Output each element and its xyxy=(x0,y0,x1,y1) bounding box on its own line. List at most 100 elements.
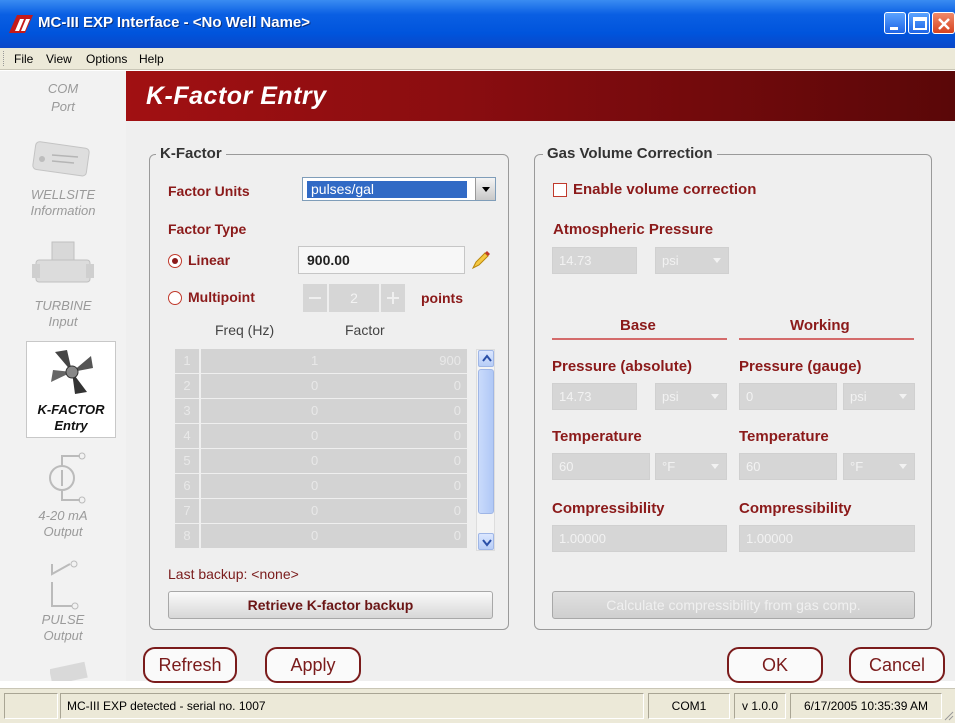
scroll-down-button[interactable] xyxy=(478,533,494,550)
cancel-button[interactable]: Cancel xyxy=(849,647,945,683)
sidebar-item-label: WELLSITE xyxy=(30,187,96,202)
linear-radio[interactable] xyxy=(168,254,182,268)
tag-icon xyxy=(32,141,90,177)
status-port: COM1 xyxy=(648,693,730,719)
pulse-output-icon xyxy=(51,560,79,610)
base-temperature-unit-select[interactable]: °F xyxy=(655,453,727,480)
base-compressibility-input[interactable]: 1.00000 xyxy=(552,525,727,552)
sidebar-item-wellsite[interactable]: WELLSITE Information xyxy=(0,131,126,231)
unit-value: psi xyxy=(662,253,679,268)
atmospheric-pressure-unit-select[interactable]: psi xyxy=(655,247,729,274)
multipoint-table: 1 1 900 2 0 0 3 0 0 4 0 0 5 0 0 6 0 0 7 … xyxy=(175,349,495,551)
minimize-button[interactable] xyxy=(884,12,906,34)
sidebar-item-com-port[interactable]: COM Port xyxy=(0,71,126,131)
sidebar-item-sublabel: Port xyxy=(51,99,75,114)
chevron-down-icon xyxy=(711,394,719,399)
enable-volume-correction-checkbox[interactable] xyxy=(553,183,567,197)
working-pressure-unit-select[interactable]: psi xyxy=(843,383,915,410)
base-pressure-unit-select[interactable]: psi xyxy=(655,383,727,410)
base-temperature-input[interactable]: 60 xyxy=(552,453,650,480)
sidebar-item-label: TURBINE xyxy=(34,298,92,313)
menu-view[interactable]: View xyxy=(46,52,72,66)
working-compressibility-label: Compressibility xyxy=(739,500,852,517)
maximize-button[interactable] xyxy=(908,12,930,34)
factor-units-label: Factor Units xyxy=(168,183,250,199)
refresh-button[interactable]: Refresh xyxy=(143,647,237,683)
factor-units-select[interactable]: pulses/gal xyxy=(302,177,496,201)
last-backup-label: Last backup: <none> xyxy=(168,566,299,582)
table-row[interactable]: 8 0 0 xyxy=(175,524,467,549)
status-datetime: 6/17/2005 10:35:39 AM xyxy=(790,693,942,719)
dropdown-arrow[interactable] xyxy=(475,178,495,200)
working-temperature-input[interactable]: 60 xyxy=(739,453,837,480)
ok-button[interactable]: OK xyxy=(727,647,823,683)
row-number: 3 xyxy=(175,399,199,423)
sidebar-item-sublabel: Entry xyxy=(54,418,88,433)
status-panel-blank xyxy=(4,693,58,719)
menu-file[interactable]: File xyxy=(14,52,33,66)
multipoint-radio[interactable] xyxy=(168,291,182,305)
kfactor-legend: K-Factor xyxy=(156,145,226,162)
resize-grip-icon[interactable] xyxy=(944,711,954,721)
row-number: 4 xyxy=(175,424,199,448)
table-scrollbar[interactable] xyxy=(476,349,495,551)
chevron-down-icon xyxy=(482,539,492,547)
page-header: K-Factor Entry xyxy=(126,71,955,121)
multipoint-label: Multipoint xyxy=(188,289,255,305)
increment-button[interactable] xyxy=(381,284,405,312)
factor-cell: 0 xyxy=(453,453,461,468)
title-bar: MC-III EXP Interface - <No Well Name> xyxy=(0,0,955,48)
sidebar-item-label: COM xyxy=(47,81,79,96)
points-stepper-value[interactable]: 2 xyxy=(329,284,379,312)
linear-factor-input[interactable]: 900.00 xyxy=(298,246,465,274)
sidebar-item-label: PULSE xyxy=(41,612,85,627)
calculate-compressibility-button[interactable]: Calculate compressibility from gas comp. xyxy=(552,591,915,619)
sidebar-item-turbine[interactable]: TURBINE Input xyxy=(0,236,126,346)
scroll-up-button[interactable] xyxy=(478,350,494,367)
menu-options[interactable]: Options xyxy=(86,52,127,66)
close-button[interactable] xyxy=(932,12,955,34)
pen-edit-icon[interactable] xyxy=(471,250,491,270)
factor-cell: 0 xyxy=(453,428,461,443)
table-row[interactable]: 4 0 0 xyxy=(175,424,467,449)
table-row[interactable]: 3 0 0 xyxy=(175,399,467,424)
sidebar-item-pulse[interactable]: PULSE Output xyxy=(0,556,126,656)
table-row[interactable]: 2 0 0 xyxy=(175,374,467,399)
points-label: points xyxy=(421,290,463,306)
base-pressure-input[interactable]: 14.73 xyxy=(552,383,637,410)
base-pressure-label: Pressure (absolute) xyxy=(552,358,693,375)
table-row[interactable]: 1 1 900 xyxy=(175,349,467,374)
page-title: K-Factor Entry xyxy=(146,82,327,110)
chevron-down-icon xyxy=(711,464,719,469)
working-pressure-label: Pressure (gauge) xyxy=(739,358,862,375)
scroll-thumb[interactable] xyxy=(478,369,494,514)
factor-column-header: Factor xyxy=(345,322,385,338)
table-row[interactable]: 7 0 0 xyxy=(175,499,467,524)
retrieve-kfactor-backup-button[interactable]: Retrieve K-factor backup xyxy=(168,591,493,619)
unit-value: psi xyxy=(662,389,679,404)
row-number: 8 xyxy=(175,524,199,548)
working-compressibility-input[interactable]: 1.00000 xyxy=(739,525,915,552)
table-row[interactable]: 5 0 0 xyxy=(175,449,467,474)
factor-units-value: pulses/gal xyxy=(307,181,467,198)
sidebar-item-kfactor[interactable]: K-FACTOR Entry xyxy=(26,341,116,438)
status-bar: MC-III EXP detected - serial no. 1007 CO… xyxy=(0,688,955,723)
sidebar-item-4-20ma[interactable]: 4-20 mA Output xyxy=(0,446,126,551)
base-heading: Base xyxy=(620,317,656,334)
unit-value: psi xyxy=(850,389,867,404)
table-row[interactable]: 6 0 0 xyxy=(175,474,467,499)
apply-button[interactable]: Apply xyxy=(265,647,361,683)
chevron-up-icon xyxy=(482,354,492,362)
decrement-button[interactable] xyxy=(303,284,327,312)
working-temperature-unit-select[interactable]: °F xyxy=(843,453,915,480)
factor-cell: 0 xyxy=(453,528,461,543)
base-temperature-label: Temperature xyxy=(552,428,642,445)
sidebar: COM Port WELLSITE Information TURBINE In… xyxy=(0,71,126,681)
atmospheric-pressure-input[interactable]: 14.73 xyxy=(552,247,637,274)
working-pressure-input[interactable]: 0 xyxy=(739,383,837,410)
factor-cell: 0 xyxy=(453,503,461,518)
row-number: 1 xyxy=(175,349,199,373)
menu-help[interactable]: Help xyxy=(139,52,164,66)
row-number: 5 xyxy=(175,449,199,473)
unit-value: °F xyxy=(850,459,864,474)
